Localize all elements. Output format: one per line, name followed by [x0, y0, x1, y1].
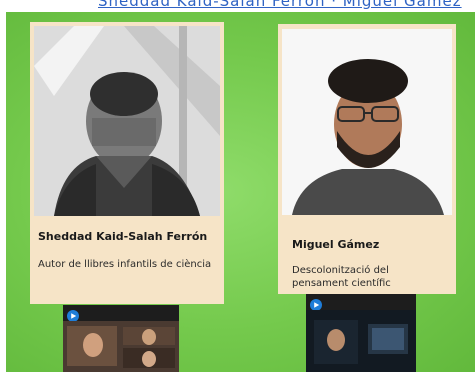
- speaker-name-2: Miguel Gámez: [292, 238, 380, 251]
- top-strip: Sheddad Kaid-Salah Ferrón · Miguel Gámez: [0, 0, 475, 12]
- stage-background: Sheddad Kaid-Salah Ferrón Autor de llibr…: [6, 12, 475, 372]
- video-frame-1-art: [63, 321, 179, 372]
- speaker-card-1: Sheddad Kaid-Salah Ferrón Autor de llibr…: [30, 22, 224, 304]
- video-frame-1: [63, 321, 179, 372]
- video-frame-2-art: [306, 310, 416, 372]
- speaker-name-1: Sheddad Kaid-Salah Ferrón: [38, 230, 208, 243]
- video-call-app-icon: [67, 307, 79, 322]
- speaker-photo-2: [282, 29, 452, 215]
- speaker-photo-1: [34, 26, 220, 216]
- speaker-description-2: Descolonització del pensament científic: [292, 265, 391, 289]
- video-call-app-icon: [310, 296, 322, 311]
- speaker-photo-2-art: [282, 29, 452, 215]
- speaker-card-2: Miguel Gámez Descolonització del pensame…: [278, 24, 456, 294]
- video-thumbnail-1[interactable]: [63, 305, 179, 372]
- video-frame-2: [306, 310, 416, 372]
- speaker-description-1: Autor de llibres infantils de ciència: [38, 259, 212, 270]
- top-link[interactable]: Sheddad Kaid-Salah Ferrón · Miguel Gámez: [98, 0, 462, 10]
- speaker-photo-1-art: [34, 26, 220, 216]
- video-thumbnail-2[interactable]: [306, 294, 416, 372]
